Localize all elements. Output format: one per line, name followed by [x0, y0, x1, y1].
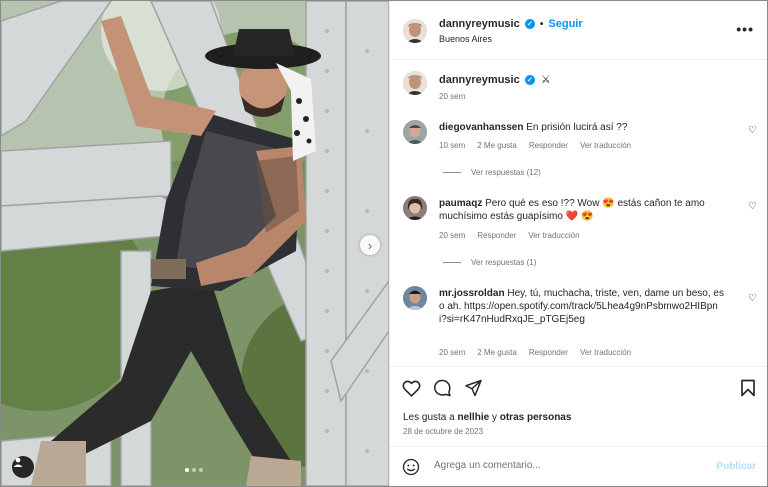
reply-button[interactable]: Responder: [529, 348, 568, 357]
like-comment-heart-icon[interactable]: ♡: [748, 125, 757, 136]
publish-button[interactable]: Publicar: [717, 461, 756, 472]
post-sidebar: dannyreymusic ✓ • Seguir Buenos Aires ••…: [389, 1, 767, 486]
comment-input[interactable]: [432, 459, 706, 472]
comment-likes[interactable]: 2 Me gusta: [477, 141, 517, 150]
comment-meta: 20 sem 2 Me gusta Responder Ver traducci…: [439, 348, 631, 357]
carousel-indicator: [185, 468, 203, 472]
tagged-users-button[interactable]: [12, 456, 34, 478]
likes-prefix: Les gusta a: [403, 412, 458, 423]
carousel-dot: [185, 468, 189, 472]
comment-body: mr.jossroldan Hey, tú, muchacha, triste,…: [439, 287, 724, 326]
user-icon: [13, 457, 23, 467]
translate-button[interactable]: Ver traducción: [528, 231, 579, 240]
likes-middle: y: [489, 412, 500, 423]
comment-avatar[interactable]: [403, 196, 427, 220]
caption-username[interactable]: dannyreymusic: [439, 74, 520, 86]
author-header-line: dannyreymusic ✓ • Seguir: [439, 18, 583, 30]
like-comment-heart-icon[interactable]: ♡: [748, 201, 757, 212]
comment-text: En prisión lucirá así ??: [526, 122, 628, 133]
likes-summary: Les gusta a nellhie y otras personas: [403, 412, 571, 423]
comment-username[interactable]: mr.jossroldan: [439, 288, 505, 299]
caption-time[interactable]: 20 sem: [439, 92, 465, 101]
author-username[interactable]: dannyreymusic: [439, 18, 520, 30]
commenter-avatar-image: [403, 286, 427, 310]
view-replies-label: Ver respuestas (1): [471, 258, 537, 267]
caption-avatar[interactable]: [403, 71, 427, 95]
comment-meta: 10 sem 2 Me gusta Responder Ver traducci…: [439, 141, 631, 150]
like-heart-icon[interactable]: [402, 379, 421, 397]
view-replies-button[interactable]: Ver respuestas (1): [443, 258, 536, 267]
reply-button[interactable]: Responder: [477, 231, 516, 240]
post-image: [1, 1, 389, 486]
share-send-icon[interactable]: [464, 379, 483, 397]
comment-likes[interactable]: 2 Me gusta: [477, 348, 517, 357]
chevron-right-icon: ›: [367, 237, 373, 253]
view-replies-button[interactable]: Ver respuestas (12): [443, 168, 541, 177]
comment-avatar[interactable]: [403, 286, 427, 310]
caption-line: dannyreymusic ✓ ⚔: [439, 73, 551, 86]
author-avatar[interactable]: [403, 19, 427, 43]
carousel-dot: [199, 468, 203, 472]
likes-user-link[interactable]: nellhie: [457, 412, 489, 423]
likes-others-link[interactable]: otras personas: [500, 412, 572, 423]
swords-icon: ⚔: [540, 74, 551, 86]
verified-badge-icon: ✓: [524, 19, 535, 30]
follow-button[interactable]: Seguir: [548, 18, 582, 30]
comment-time[interactable]: 20 sem: [439, 348, 465, 357]
save-bookmark-icon[interactable]: [740, 379, 756, 397]
comment-time[interactable]: 20 sem: [439, 231, 465, 240]
post-header: dannyreymusic ✓ • Seguir Buenos Aires ••…: [390, 1, 767, 60]
comments-list[interactable]: dannyreymusic ✓ ⚔ 20 sem diegovanhanssen…: [390, 60, 767, 366]
like-comment-heart-icon[interactable]: ♡: [748, 293, 757, 304]
author-avatar-image: [403, 19, 427, 43]
comment-avatar[interactable]: [403, 120, 427, 144]
post-actions: Les gusta a nellhie y otras personas 28 …: [390, 366, 767, 447]
carousel-dot: [192, 468, 196, 472]
add-comment-bar: Publicar: [390, 446, 767, 486]
post-location[interactable]: Buenos Aires: [439, 34, 492, 44]
comment-body: diegovanhanssen En prisión lucirá así ??: [439, 121, 739, 134]
commenter-avatar-image: [403, 196, 427, 220]
emoji-icon[interactable]: [402, 458, 420, 476]
comment-username[interactable]: paumaqz: [439, 198, 482, 209]
next-slide-button[interactable]: ›: [360, 235, 380, 255]
separator-dot: •: [539, 19, 544, 30]
comment-meta: 20 sem Responder Ver traducción: [439, 231, 580, 240]
more-options-icon[interactable]: •••: [736, 21, 754, 37]
caption-avatar-image: [403, 71, 427, 95]
translate-button[interactable]: Ver traducción: [580, 141, 631, 150]
comment-time[interactable]: 10 sem: [439, 141, 465, 150]
instagram-post-modal: › dannyreymusic ✓ • Seguir Buenos Aires …: [0, 0, 768, 487]
replies-divider: [443, 172, 461, 173]
post-date[interactable]: 28 de octubre de 2023: [403, 427, 483, 436]
view-replies-label: Ver respuestas (12): [471, 168, 541, 177]
replies-divider: [443, 262, 461, 263]
reply-button[interactable]: Responder: [529, 141, 568, 150]
comment-username[interactable]: diegovanhanssen: [439, 122, 523, 133]
comment-bubble-icon[interactable]: [433, 379, 452, 397]
comment-body: paumaqz Pero qué es eso !?? Wow 😍 estás …: [439, 197, 724, 223]
commenter-avatar-image: [403, 120, 427, 144]
post-photo[interactable]: ›: [1, 1, 389, 486]
translate-button[interactable]: Ver traducción: [580, 348, 631, 357]
verified-badge-icon: ✓: [524, 75, 535, 86]
